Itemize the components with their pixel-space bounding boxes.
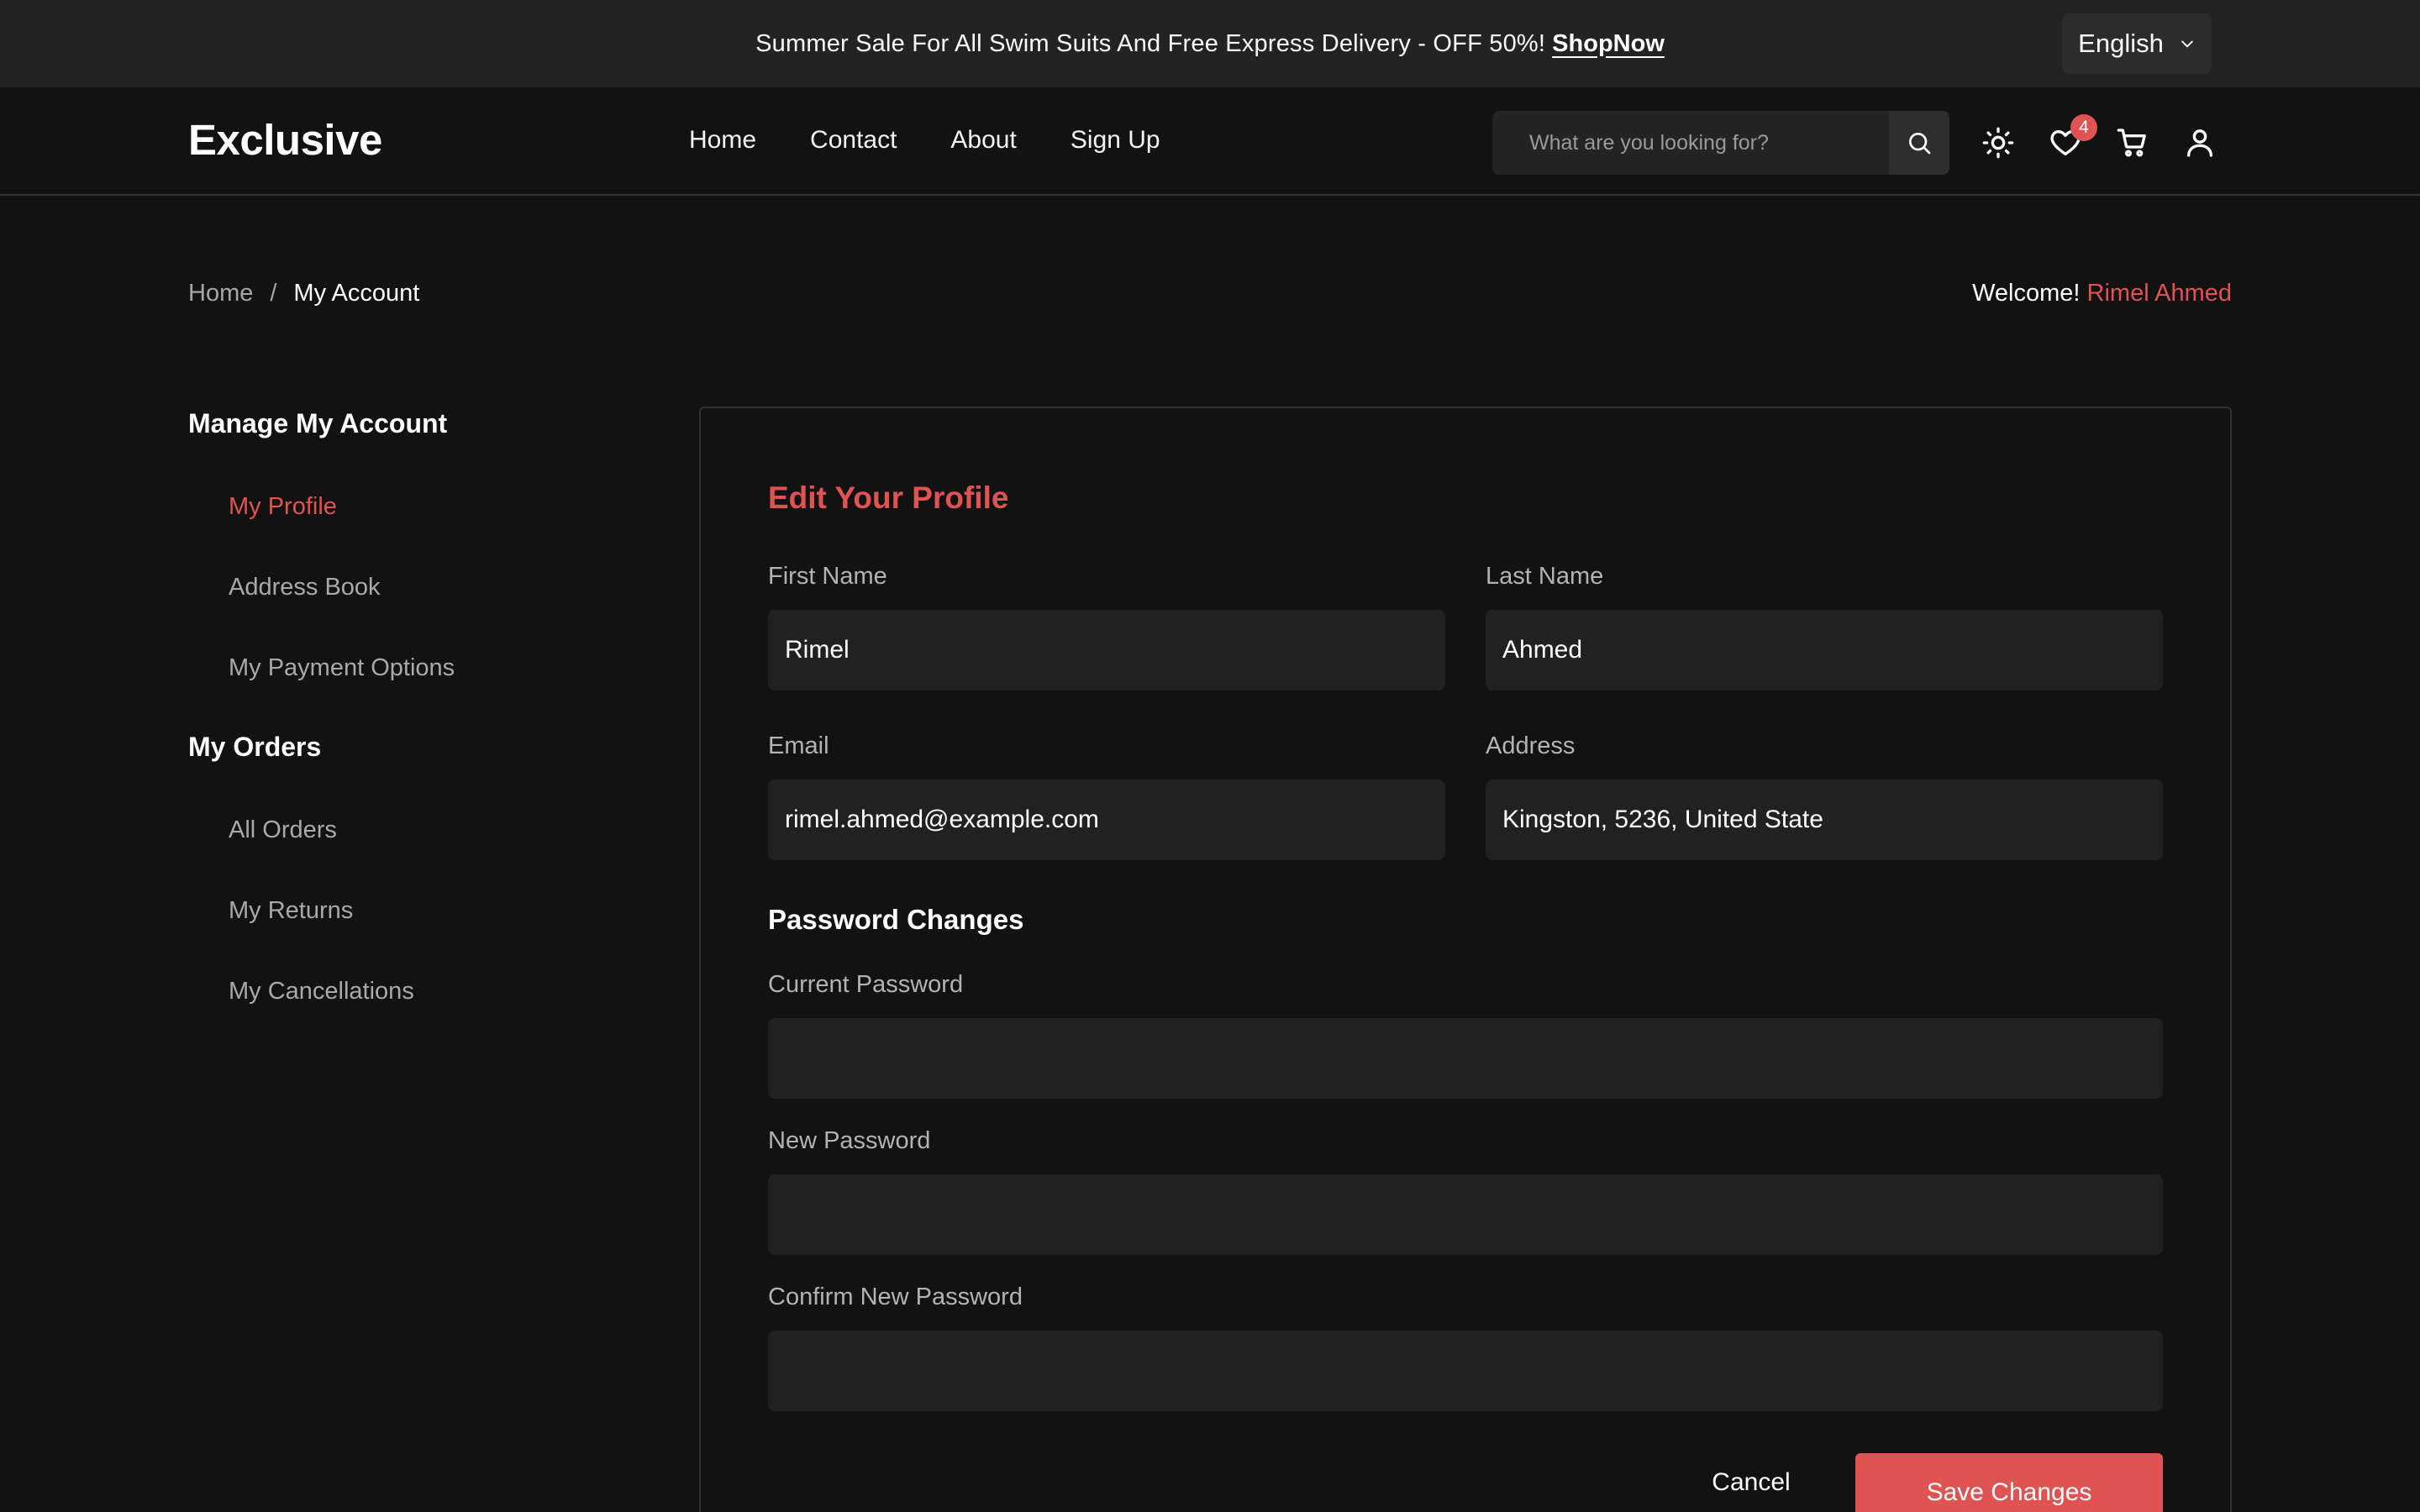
search-button[interactable] [1889,111,1949,175]
sidebar-item-my-returns[interactable]: My Returns [229,870,524,951]
sidebar-item-payment-options[interactable]: My Payment Options [229,627,524,708]
search-bar [1492,111,1949,175]
breadcrumb-separator: / [270,280,277,307]
nav-contact[interactable]: Contact [810,126,897,155]
announcement-text: Summer Sale For All Swim Suits And Free … [755,29,1546,57]
breadcrumb-home[interactable]: Home [188,280,253,307]
account-sidebar: Manage My Account My Profile Address Boo… [188,408,524,1032]
email-label: Email [768,732,829,759]
site-header: Exclusive Home Contact About Sign Up 4 [0,87,2420,196]
theme-toggle-button[interactable] [1980,118,2017,168]
sidebar-item-address-book[interactable]: Address Book [229,547,524,627]
password-changes-heading: Password Changes [768,904,1024,935]
header-actions: 4 [1980,114,2218,168]
nav-sign-up[interactable]: Sign Up [1071,126,1160,155]
breadcrumb: Home / My Account [188,280,419,307]
welcome-message: Welcome! Rimel Ahmed [1972,280,2232,307]
current-password-field[interactable] [768,1018,2163,1099]
address-field[interactable] [1486,780,2163,860]
first-name-field[interactable] [768,610,1445,690]
search-input[interactable] [1492,111,1889,175]
edit-profile-card: Edit Your Profile First Name Last Name E… [699,407,2232,1512]
language-select[interactable]: English [2062,13,2212,74]
sidebar-item-all-orders[interactable]: All Orders [229,790,524,870]
shop-now-link[interactable]: ShopNow [1552,30,1665,58]
nav-home[interactable]: Home [689,126,756,155]
logo[interactable]: Exclusive [188,115,382,165]
welcome-user-name: Rimel Ahmed [2086,280,2232,307]
language-value: English [2078,29,2164,58]
manage-account-heading: Manage My Account [188,408,448,438]
wishlist-button[interactable]: 4 [2047,114,2097,168]
breadcrumb-current: My Account [293,280,420,307]
new-password-label: New Password [768,1127,931,1154]
last-name-label: Last Name [1486,563,1604,590]
current-password-label: Current Password [768,971,964,998]
theme-sun-icon [1982,127,2014,159]
sidebar-item-my-profile[interactable]: My Profile [229,466,524,547]
welcome-prefix: Welcome! [1972,280,2081,307]
edit-profile-title: Edit Your Profile [768,480,1009,515]
first-name-label: First Name [768,563,887,590]
user-icon [2187,129,2212,157]
nav-about[interactable]: About [950,126,1016,155]
last-name-field[interactable] [1486,610,2163,690]
cart-button[interactable] [2114,118,2151,168]
account-button[interactable] [2181,118,2218,168]
sidebar-item-my-cancellations[interactable]: My Cancellations [229,951,524,1032]
announcement-bar: Summer Sale For All Swim Suits And Free … [0,0,2420,87]
save-changes-button[interactable]: Save Changes [1855,1453,2163,1512]
cart-icon [2117,129,2146,157]
email-field[interactable] [768,780,1445,860]
confirm-password-label: Confirm New Password [768,1284,1023,1310]
wishlist-count-badge: 4 [2070,114,2097,141]
search-icon [1909,133,1931,155]
main-nav: Home Contact About Sign Up [689,126,1160,155]
address-label: Address [1486,732,1576,759]
confirm-password-field[interactable] [768,1331,2163,1411]
new-password-field[interactable] [768,1174,2163,1255]
my-orders-heading: My Orders [188,732,322,762]
cancel-button[interactable]: Cancel [1676,1453,1827,1512]
chevron-down-icon [2181,40,2193,48]
